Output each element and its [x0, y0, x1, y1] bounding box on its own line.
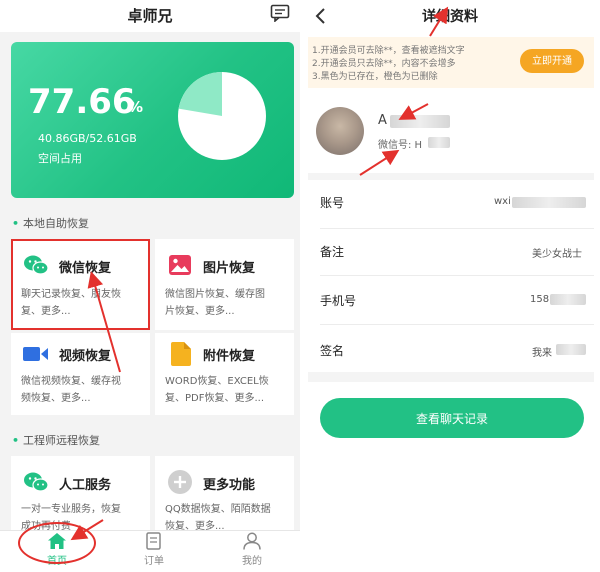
avatar	[316, 107, 364, 155]
storage-label: 空间占用	[38, 152, 82, 165]
app-title: 卓师兄	[127, 7, 173, 25]
notice-line-2: 2.开通会员只去除**，内容不会增多	[312, 59, 456, 69]
row-divider	[320, 275, 594, 276]
right-screen: 详细资料 1.开通会员可去除**，查看被遮挡文字 2.开通会员只去除**，内容不…	[300, 0, 600, 572]
detail-title: 详细资料	[422, 9, 478, 25]
nav-orders[interactable]: 订单	[124, 532, 184, 567]
plus-icon	[168, 470, 192, 494]
row-signature-label: 签名	[320, 344, 345, 358]
wechat-id: 微信号: H	[378, 140, 423, 151]
tile-desc-line2: 片恢复、更多...	[165, 306, 235, 317]
row-remark-label: 备注	[320, 245, 345, 259]
file-icon	[171, 342, 191, 366]
order-icon	[146, 532, 161, 550]
row-phone-label: 手机号	[320, 294, 357, 308]
storage-used: 40.86GB/52.61GB	[38, 132, 137, 145]
tile-title: 视频恢复	[59, 349, 112, 364]
view-chat-records-button[interactable]: 查看聊天记录	[320, 398, 584, 438]
row-account-label: 账号	[320, 196, 345, 210]
row-phone-value: 158	[530, 294, 550, 305]
storage-percent: 77.66	[28, 82, 136, 122]
nav-me-label: 我的	[242, 556, 262, 567]
nickname: A	[378, 113, 387, 128]
section-separator	[308, 372, 594, 382]
account-blur	[512, 197, 586, 208]
home-highlight-circle	[18, 522, 96, 564]
wechat-icon	[24, 472, 49, 492]
notice-line-3: 3.黑色为已存在，橙色为已删除	[312, 72, 438, 82]
wechat-id-blur	[428, 137, 450, 148]
video-icon	[23, 347, 48, 361]
phone-blur	[550, 294, 586, 305]
open-vip-button[interactable]: 立即开通	[520, 49, 584, 73]
pie-free-slice	[178, 72, 222, 116]
section-local-label: 本地自助恢复	[23, 217, 90, 230]
section-remote-title: • 工程师远程恢复	[12, 432, 100, 448]
row-remark-value: 美少女战士	[532, 249, 582, 260]
storage-pie-chart	[178, 72, 266, 160]
nickname-blur	[390, 115, 450, 128]
tile-title: 附件恢复	[203, 349, 256, 364]
tile-desc-line1: WORD恢复、EXCEL恢	[165, 376, 269, 387]
row-divider	[320, 324, 594, 325]
tile-title: 图片恢复	[203, 261, 256, 276]
notice-line-1: 1.开通会员可去除**，查看被遮挡文字	[312, 46, 465, 56]
nav-orders-label: 订单	[144, 556, 164, 567]
tile-title: 更多功能	[203, 478, 256, 493]
section-dot: •	[12, 434, 20, 447]
wechat-tile-highlight	[11, 239, 150, 330]
tile-image-recovery[interactable]: 图片恢复 微信图片恢复、缓存图 片恢复、更多...	[155, 239, 294, 330]
message-icon[interactable]	[270, 4, 290, 22]
signature-blur	[556, 344, 586, 355]
section-dot: •	[12, 217, 20, 230]
user-icon	[243, 532, 261, 550]
tile-manual-service[interactable]: 人工服务 一对一专业服务，恢复 成功再付费	[11, 456, 150, 536]
section-local-title: • 本地自助恢复	[12, 215, 89, 231]
image-icon	[169, 255, 191, 275]
row-divider	[320, 228, 594, 229]
tile-title: 人工服务	[59, 478, 112, 493]
section-remote-label: 工程师远程恢复	[23, 434, 101, 447]
tile-desc-line1: QQ数据恢复、陌陌数据	[165, 504, 271, 515]
tile-more-functions[interactable]: 更多功能 QQ数据恢复、陌陌数据 恢复、更多...	[155, 456, 294, 536]
nav-me[interactable]: 我的	[222, 532, 282, 567]
section-separator	[308, 173, 594, 180]
tile-desc-line2: 频恢复、更多...	[21, 393, 91, 404]
tile-desc-line2: 复、PDF恢复、更多...	[165, 393, 265, 404]
tile-desc-line1: 微信图片恢复、缓存图	[165, 289, 265, 300]
tile-video-recovery[interactable]: 视频恢复 微信视频恢复、缓存视 频恢复、更多...	[11, 333, 150, 415]
tile-desc-line1: 微信视频恢复、缓存视	[21, 376, 121, 387]
left-screen: 卓师兄 77.66 % 40.86GB/52.61GB 空间占用 • 本地自助恢复…	[0, 0, 300, 572]
row-signature-value: 我来	[532, 348, 552, 359]
row-account-value: wxi	[494, 196, 511, 207]
storage-percent-sign: %	[128, 98, 144, 116]
tile-desc-line1: 一对一专业服务，恢复	[21, 504, 121, 515]
tile-file-recovery[interactable]: 附件恢复 WORD恢复、EXCEL恢 复、PDF恢复、更多...	[155, 333, 294, 415]
